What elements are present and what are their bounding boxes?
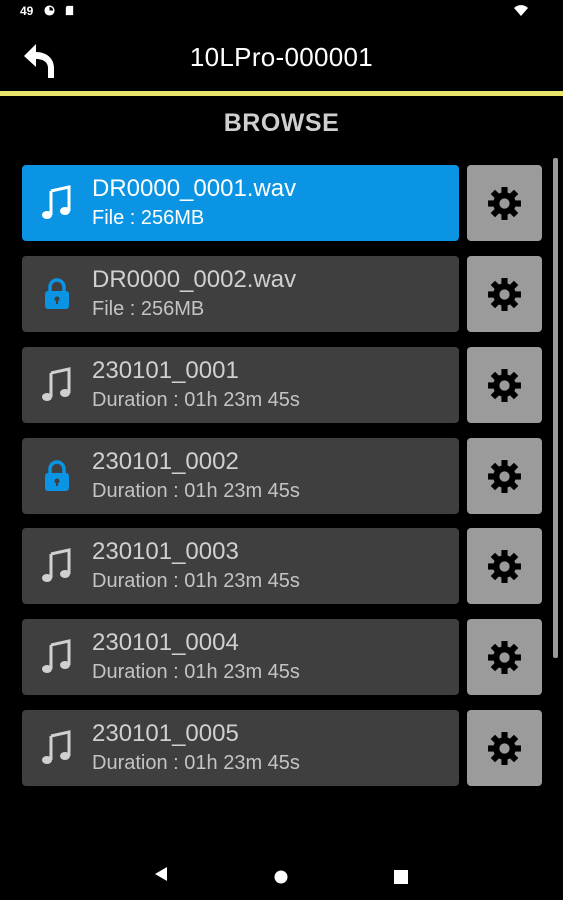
list-item: DR0000_0002.wav File : 256MB bbox=[22, 256, 542, 332]
gear-icon bbox=[488, 732, 521, 765]
file-info: Duration : 01h 23m 45s bbox=[92, 570, 300, 592]
nav-recents-button[interactable] bbox=[394, 870, 408, 884]
list-item: DR0000_0001.wav File : 256MB bbox=[22, 165, 542, 241]
file-list: DR0000_0001.wav File : 256MB DR0000_0002… bbox=[0, 0, 563, 900]
file-name: DR0000_0001.wav bbox=[92, 175, 297, 202]
file-info: Duration : 01h 23m 45s bbox=[92, 389, 300, 411]
lock-icon bbox=[45, 278, 69, 309]
file-card[interactable]: 230101_0004 Duration : 01h 23m 45s bbox=[22, 619, 459, 695]
gear-icon bbox=[488, 550, 521, 583]
file-info: Duration : 01h 23m 45s bbox=[92, 480, 300, 502]
music-note-icon bbox=[42, 730, 71, 764]
file-name: 230101_0003 bbox=[92, 538, 239, 565]
nav-home-button[interactable] bbox=[274, 870, 288, 884]
circle-home-icon bbox=[274, 870, 288, 884]
gear-icon bbox=[488, 278, 521, 311]
file-settings-button[interactable] bbox=[467, 165, 542, 241]
list-item: 230101_0002 Duration : 01h 23m 45s bbox=[22, 438, 542, 514]
file-settings-button[interactable] bbox=[467, 619, 542, 695]
file-settings-button[interactable] bbox=[467, 438, 542, 514]
file-card[interactable]: 230101_0002 Duration : 01h 23m 45s bbox=[22, 438, 459, 514]
gear-icon bbox=[488, 641, 521, 674]
gear-icon bbox=[488, 187, 521, 220]
file-name: DR0000_0002.wav bbox=[92, 266, 297, 293]
music-note-icon bbox=[42, 367, 71, 401]
music-note-icon bbox=[42, 185, 71, 219]
file-name: 230101_0001 bbox=[92, 357, 239, 384]
music-note-icon bbox=[42, 639, 71, 673]
lock-icon bbox=[45, 460, 69, 491]
file-settings-button[interactable] bbox=[467, 710, 542, 786]
file-name: 230101_0002 bbox=[92, 448, 239, 475]
file-card[interactable]: DR0000_0002.wav File : 256MB bbox=[22, 256, 459, 332]
list-item: 230101_0005 Duration : 01h 23m 45s bbox=[22, 710, 542, 786]
file-info: Duration : 01h 23m 45s bbox=[92, 661, 300, 683]
file-info: Duration : 01h 23m 45s bbox=[92, 752, 300, 774]
list-item: 230101_0003 Duration : 01h 23m 45s bbox=[22, 528, 542, 604]
file-card[interactable]: 230101_0003 Duration : 01h 23m 45s bbox=[22, 528, 459, 604]
nav-back-button[interactable] bbox=[154, 866, 168, 882]
file-info: File : 256MB bbox=[92, 298, 205, 320]
triangle-back-icon bbox=[155, 867, 167, 881]
system-nav-bar bbox=[0, 850, 563, 900]
file-name: 230101_0004 bbox=[92, 629, 239, 656]
file-card[interactable]: 230101_0001 Duration : 01h 23m 45s bbox=[22, 347, 459, 423]
gear-icon bbox=[488, 369, 521, 402]
file-card[interactable]: 230101_0005 Duration : 01h 23m 45s bbox=[22, 710, 459, 786]
file-settings-button[interactable] bbox=[467, 528, 542, 604]
music-note-icon bbox=[42, 548, 71, 582]
square-recents-icon bbox=[394, 870, 408, 884]
file-card[interactable]: DR0000_0001.wav File : 256MB bbox=[22, 165, 459, 241]
list-item: 230101_0004 Duration : 01h 23m 45s bbox=[22, 619, 542, 695]
file-settings-button[interactable] bbox=[467, 347, 542, 423]
gear-icon bbox=[488, 460, 521, 493]
file-info: File : 256MB bbox=[92, 207, 205, 229]
file-settings-button[interactable] bbox=[467, 256, 542, 332]
list-item: 230101_0001 Duration : 01h 23m 45s bbox=[22, 347, 542, 423]
file-name: 230101_0005 bbox=[92, 720, 239, 747]
